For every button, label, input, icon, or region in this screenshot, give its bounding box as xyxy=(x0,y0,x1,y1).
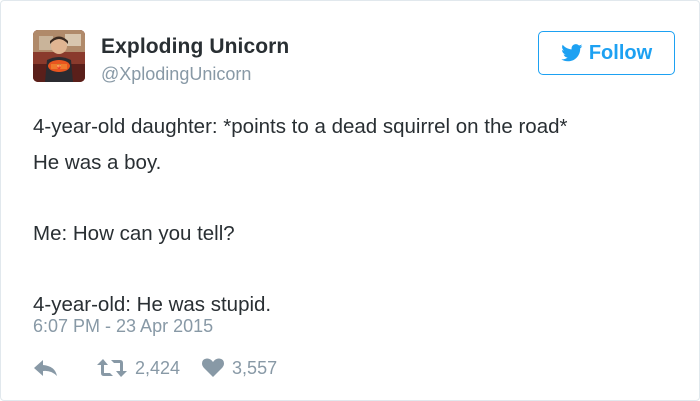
heart-icon xyxy=(202,358,225,377)
tweet-text: 4-year-old daughter: *points to a dead s… xyxy=(33,109,673,322)
tweet-line: He was a boy. xyxy=(33,150,162,174)
reply-icon xyxy=(34,360,57,376)
reply-button[interactable] xyxy=(33,358,97,378)
tweet-line: Me: How can you tell? xyxy=(33,221,235,245)
tweet-line: 4-year-old daughter: *points to a dead s… xyxy=(33,115,568,138)
author-screen-name[interactable]: @XplodingUnicorn xyxy=(101,64,251,85)
follow-button-label: Follow xyxy=(588,41,653,64)
like-button[interactable]: 3,557 xyxy=(202,358,277,379)
avatar-image: 🍑 xyxy=(33,30,85,82)
like-count: 3,557 xyxy=(232,357,278,378)
tweet-card: 🍑 Exploding Unicorn @XplodingUnicorn Fol… xyxy=(0,0,700,401)
retweet-count: 2,424 xyxy=(135,357,181,378)
retweet-button[interactable]: 2,424 xyxy=(97,358,180,379)
svg-text:🍑: 🍑 xyxy=(57,64,62,69)
tweet-timestamp[interactable]: 6:07 PM - 23 Apr 2015 xyxy=(33,316,213,337)
tweet-actions: 2,424 3,557 xyxy=(33,354,277,382)
twitter-bird-icon xyxy=(561,44,583,62)
author-avatar[interactable]: 🍑 xyxy=(33,30,85,82)
retweet-icon xyxy=(97,359,127,377)
follow-button[interactable]: Follow xyxy=(538,31,675,75)
author-display-name[interactable]: Exploding Unicorn xyxy=(101,35,289,59)
